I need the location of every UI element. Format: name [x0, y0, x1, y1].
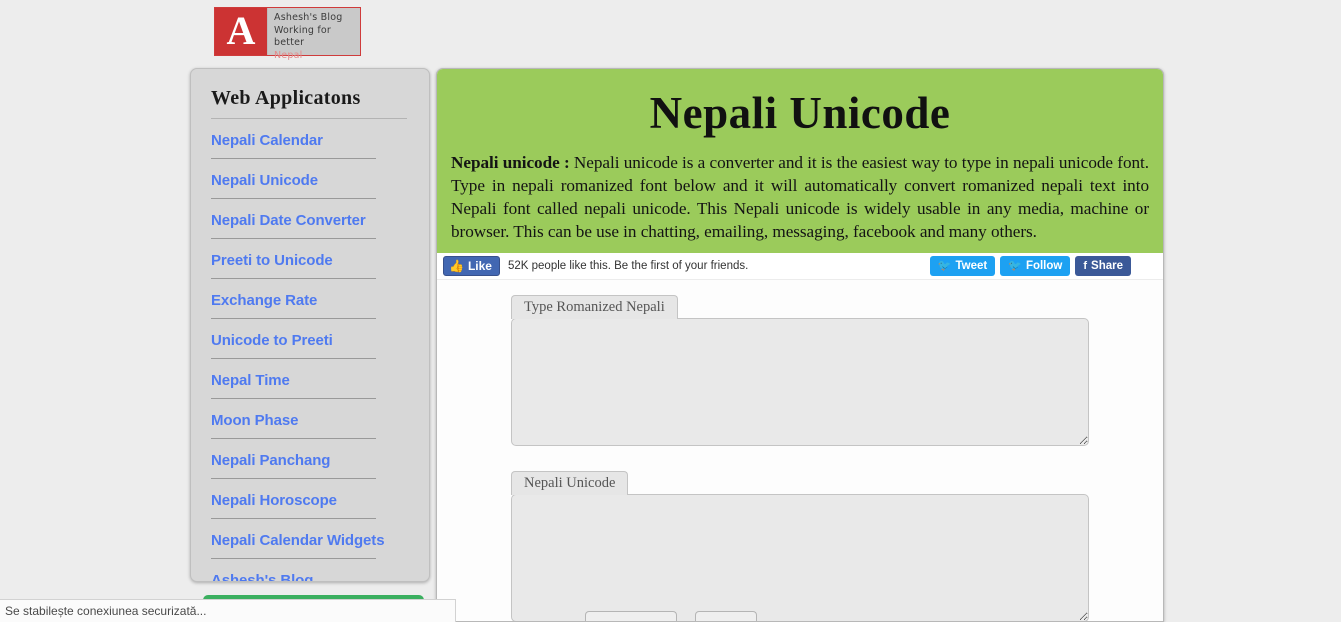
- facebook-like-label: Like: [467, 259, 492, 273]
- sidebar-item-nepali-unicode[interactable]: Nepali Unicode: [191, 159, 429, 199]
- logo-tagline-line2: Working for better: [274, 24, 332, 49]
- secondary-action-button[interactable]: [695, 611, 757, 621]
- logo-tagline-line3: Nepal: [274, 49, 303, 61]
- converter-form: Type Romanized Nepali Nepali Unicode: [437, 280, 1163, 621]
- follow-label: Follow: [1025, 260, 1063, 272]
- sidebar-item-moon-phase[interactable]: Moon Phase: [191, 399, 429, 439]
- sidebar-item-nepali-horoscope[interactable]: Nepali Horoscope: [191, 479, 429, 519]
- logo-letter-a: A: [215, 8, 267, 55]
- logo-tagline-line1: Ashesh's Blog: [274, 12, 343, 23]
- romanized-nepali-textarea[interactable]: [511, 318, 1089, 446]
- facebook-f-icon: f: [1083, 260, 1088, 272]
- sidebar-item-nepali-calendar-widgets[interactable]: Nepali Calendar Widgets: [191, 519, 429, 559]
- sidebar-item-nepali-date-converter[interactable]: Nepali Date Converter: [191, 199, 429, 239]
- main-panel: Nepali Unicode Nepali unicode : Nepali u…: [436, 68, 1164, 622]
- share-label: Share: [1091, 260, 1123, 272]
- nepali-unicode-textarea[interactable]: [511, 494, 1089, 621]
- form-action-buttons: [585, 611, 757, 621]
- facebook-like-count: 52K people like this. Be the first of yo…: [507, 260, 749, 272]
- sidebar-link-label[interactable]: Nepali Unicode: [191, 159, 429, 198]
- facebook-like-group: 👍 Like 52K people like this. Be the firs…: [443, 256, 748, 276]
- facebook-like-button[interactable]: 👍 Like: [443, 256, 500, 276]
- browser-status-bar: Se stabilește conexiunea securizată...: [0, 599, 456, 622]
- sidebar-link-label[interactable]: Unicode to Preeti: [191, 319, 429, 358]
- twitter-tweet-button[interactable]: 🐦 Tweet: [929, 256, 996, 276]
- sidebar-panel: Web Applicatons Nepali Calendar Nepali U…: [190, 68, 430, 582]
- sidebar-link-label[interactable]: Ashesh's Blog: [191, 559, 429, 581]
- primary-action-button[interactable]: [585, 611, 677, 621]
- sidebar-item-preeti-to-unicode[interactable]: Preeti to Unicode: [191, 239, 429, 279]
- twitter-bird-icon: 🐦: [937, 260, 952, 272]
- unicode-output-tab-label: Nepali Unicode: [511, 471, 629, 495]
- sidebar-link-label[interactable]: Preeti to Unicode: [191, 239, 429, 278]
- sidebar-item-nepali-calendar[interactable]: Nepali Calendar: [191, 119, 429, 159]
- site-logo[interactable]: A Ashesh's Blog Working for better Nepal: [214, 7, 361, 61]
- sidebar-link-label[interactable]: Nepal Time: [191, 359, 429, 398]
- sidebar-item-unicode-to-preeti[interactable]: Unicode to Preeti: [191, 319, 429, 359]
- sidebar-item-asheshs-blog[interactable]: Ashesh's Blog: [191, 559, 429, 581]
- facebook-share-button[interactable]: f Share: [1075, 256, 1131, 276]
- sidebar-link-label[interactable]: Nepali Panchang: [191, 439, 429, 478]
- hero-lead-bold: Nepali unicode :: [451, 153, 570, 172]
- sidebar-link-label[interactable]: Moon Phase: [191, 399, 429, 438]
- sidebar-link-label[interactable]: Nepali Calendar: [191, 119, 429, 158]
- romanized-input-tab-label: Type Romanized Nepali: [511, 295, 678, 319]
- twitter-follow-button[interactable]: 🐦 Follow: [1000, 256, 1071, 276]
- twitter-bird-icon: 🐦: [1008, 260, 1022, 272]
- sidebar-nav-list: Nepali Calendar Nepali Unicode Nepali Da…: [191, 119, 429, 581]
- hero-description: Nepali unicode : Nepali unicode is a con…: [451, 151, 1149, 243]
- sidebar-item-exchange-rate[interactable]: Exchange Rate: [191, 279, 429, 319]
- sidebar-item-nepali-panchang[interactable]: Nepali Panchang: [191, 439, 429, 479]
- sidebar-link-label[interactable]: Nepali Date Converter: [191, 199, 429, 238]
- sidebar-title: Web Applicatons: [211, 87, 361, 109]
- unicode-output-field: Nepali Unicode: [511, 470, 1089, 621]
- tweet-label: Tweet: [955, 260, 988, 272]
- page-title: Nepali Unicode: [649, 88, 951, 138]
- social-buttons-right: 🐦 Tweet 🐦 Follow f Share: [929, 256, 1131, 276]
- romanized-input-field: Type Romanized Nepali: [511, 294, 1089, 446]
- page-root: A Ashesh's Blog Working for better Nepal…: [0, 0, 1341, 622]
- hero-section: Nepali Unicode Nepali unicode : Nepali u…: [437, 69, 1163, 253]
- sidebar-item-nepal-time[interactable]: Nepal Time: [191, 359, 429, 399]
- logo-tagline: Ashesh's Blog Working for better Nepal: [267, 8, 360, 61]
- thumbs-up-icon: 👍: [449, 259, 464, 273]
- sidebar-link-label[interactable]: Exchange Rate: [191, 279, 429, 318]
- social-share-bar: 👍 Like 52K people like this. Be the firs…: [437, 253, 1163, 280]
- sidebar-link-label[interactable]: Nepali Calendar Widgets: [191, 519, 429, 558]
- sidebar-link-label[interactable]: Nepali Horoscope: [191, 479, 429, 518]
